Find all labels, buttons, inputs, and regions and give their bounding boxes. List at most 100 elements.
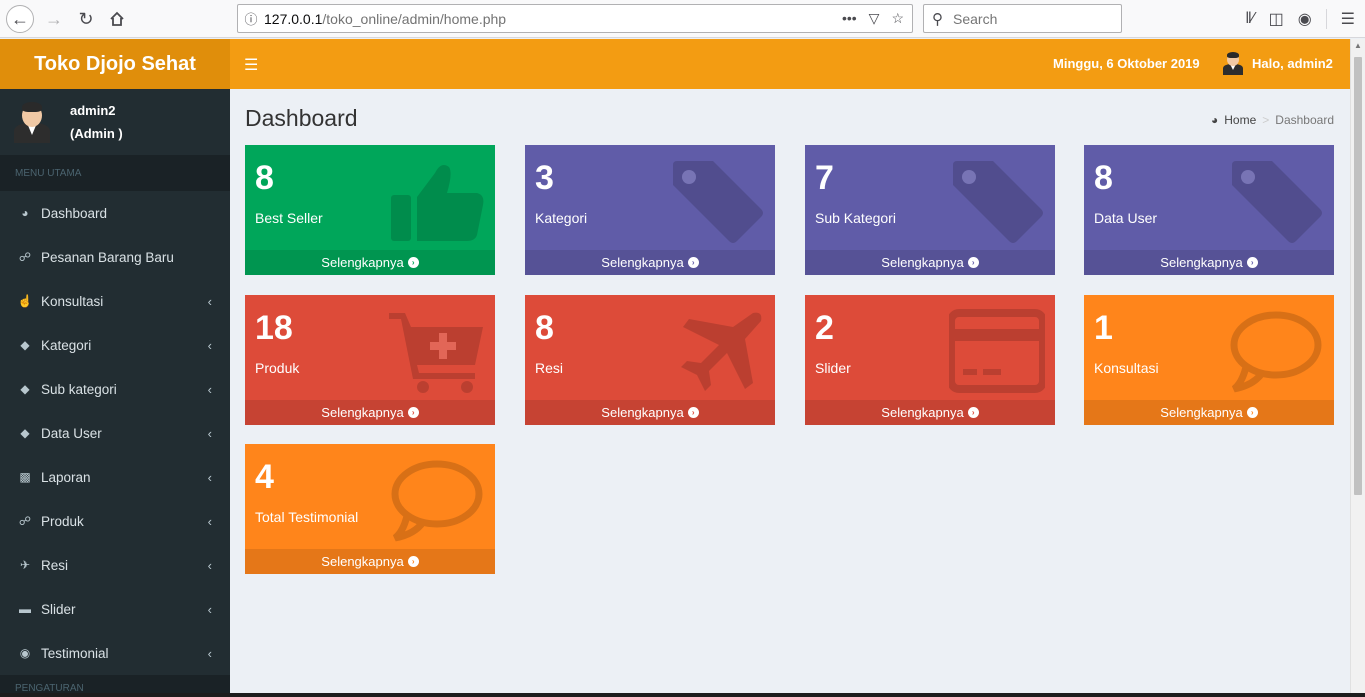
sidebar-item-label: Kategori [41,337,92,353]
arrow-circle-right-icon: › [967,257,979,268]
sidebar-item-label: Laporan [41,469,91,485]
comment-icon [389,458,485,542]
user-greeting: Halo, admin2 [1252,55,1333,71]
stat-value: 4 [255,458,274,496]
user-role: (Admin ) [70,126,123,141]
tag-icon [669,159,765,243]
stat-value: 3 [535,159,554,197]
stat-box-kategori: 3 Kategori Selengkapnya › [525,145,775,275]
comment-icon [1228,309,1324,393]
sidebar-item-sub-kategori[interactable]: ◆ Sub kategori ‹ [0,367,230,411]
library-icon[interactable]: ‖⁄ [1245,10,1254,28]
chevron-left-icon: ‹ [207,513,212,529]
more-info-label: Selengkapnya [321,255,404,270]
top-navbar: ☰ Minggu, 6 Oktober 2019 Halo, admin2 [230,39,1350,89]
sidebar-item-pesanan-barang-baru[interactable]: ☍ Pesanan Barang Baru [0,235,230,279]
chevron-left-icon: ‹ [207,469,212,485]
avatar [14,101,50,143]
arrow-circle-right-icon: › [687,407,699,418]
breadcrumb-current: Dashboard [1275,113,1334,127]
stat-label: Resi [535,360,564,376]
stat-label: Konsultasi [1094,360,1159,376]
sidebar-item-label: Sub kategori [41,381,117,397]
cart-plus-icon [389,309,485,393]
info-icon[interactable]: ⓘ [238,9,264,28]
more-info-label: Selengkapnya [321,554,404,569]
browser-toolbar: ← → ↻ ⓘ 127.0.0.1/toko_online/admin/home… [0,0,1365,38]
scrollbar-thumb[interactable] [1354,57,1362,495]
url-bar[interactable]: ⓘ 127.0.0.1/toko_online/admin/home.php •… [237,4,913,33]
more-info-link[interactable]: Selengkapnya › [1084,400,1334,425]
dashboard-icon: ◕ [21,206,29,220]
stat-box-produk: 18 Produk Selengkapnya › [245,295,495,425]
scrollbar[interactable]: ▲ [1350,39,1365,693]
url-path: /toko_online/admin/home.php [322,10,507,27]
chevron-left-icon: ‹ [207,645,212,661]
arrow-right-icon: → [45,8,63,29]
home-button[interactable] [103,5,131,33]
sidebar-item-label: Testimonial [41,645,109,661]
chevron-left-icon: ‹ [207,293,212,309]
more-info-label: Selengkapnya [601,255,684,270]
menu-icon[interactable]: ☰ [1341,9,1355,29]
sidebar-item-label: Dashboard [41,205,108,221]
user-name: admin2 [70,103,116,118]
plane-icon: ✈ [19,558,31,572]
arrow-circle-right-icon: › [407,257,419,268]
stat-label: Total Testimonial [255,509,359,525]
sidebar-item-data-user[interactable]: ◆ Data User ‹ [0,411,230,455]
browser-search-input[interactable] [953,10,1103,27]
account-icon[interactable]: ◉ [1298,9,1312,29]
scroll-up-icon[interactable]: ▲ [1354,41,1362,50]
stat-box-resi: 8 Resi Selengkapnya › [525,295,775,425]
sidebar-icon[interactable]: ◫ [1269,9,1284,29]
sidebar-item-dashboard[interactable]: ◕ Dashboard [0,191,230,235]
browser-search[interactable]: ⚲ [923,4,1122,33]
more-info-link[interactable]: Selengkapnya › [525,250,775,275]
dashboard-icon: ◕ [1211,113,1219,127]
more-info-link[interactable]: Selengkapnya › [245,549,495,574]
sidebar-item-resi[interactable]: ✈ Resi ‹ [0,543,230,587]
pocket-icon[interactable]: ▽ [869,10,880,27]
current-date: Minggu, 6 Oktober 2019 [1053,56,1200,71]
more-info-link[interactable]: Selengkapnya › [805,250,1055,275]
breadcrumb-separator: > [1262,113,1270,127]
arrow-left-icon: ← [11,8,29,29]
credit-card-icon [947,309,1047,393]
home-icon [110,11,124,26]
back-button[interactable]: ← [6,5,34,33]
sidebar-item-testimonial[interactable]: ◉ Testimonial ‹ [0,631,230,675]
more-info-label: Selengkapnya [881,255,964,270]
more-info-link[interactable]: Selengkapnya › [805,400,1055,425]
more-info-link[interactable]: Selengkapnya › [245,250,495,275]
sidebar-item-kategori[interactable]: ◆ Kategori ‹ [0,323,230,367]
breadcrumb-home-link[interactable]: Home [1224,113,1256,127]
stat-label: Kategori [535,210,588,226]
more-actions-icon[interactable]: ••• [842,10,857,27]
more-info-link[interactable]: Selengkapnya › [1084,250,1334,275]
sidebar-item-slider[interactable]: ▬ Slider ‹ [0,587,230,631]
thumbs-up-icon [389,159,485,243]
arrow-circle-right-icon: › [407,407,419,418]
stat-value: 2 [815,309,834,347]
more-info-link[interactable]: Selengkapnya › [245,400,495,425]
brand-logo[interactable]: Toko Djojo Sehat [0,39,230,89]
user-menu[interactable]: Halo, admin2 [1222,51,1333,75]
tag-icon: ◆ [20,338,30,352]
sidebar-item-konsultasi[interactable]: ☝ Konsultasi ‹ [0,279,230,323]
sidebar-item-laporan[interactable]: ▩ Laporan ‹ [0,455,230,499]
credit-card-icon: ▬ [19,602,31,616]
sidebar-item-produk[interactable]: ☍ Produk ‹ [0,499,230,543]
chevron-left-icon: ‹ [207,337,212,353]
reload-button[interactable]: ↻ [72,5,100,33]
sidebar-toggle-icon[interactable]: ☰ [244,55,258,75]
more-info-label: Selengkapnya [1160,405,1243,420]
arrow-circle-right-icon: › [967,407,979,418]
bookmark-star-icon[interactable]: ☆ [891,10,904,27]
more-info-link[interactable]: Selengkapnya › [525,400,775,425]
sidebar: admin2 (Admin ) MENU UTAMA ◕ Dashboard ☍ Pe… [0,89,230,693]
tag-icon: ◆ [20,426,30,440]
forward-button[interactable]: → [40,5,68,33]
menu-header-settings: PENGATURAN [0,675,230,693]
url-text[interactable]: 127.0.0.1/toko_online/admin/home.php [264,11,842,27]
